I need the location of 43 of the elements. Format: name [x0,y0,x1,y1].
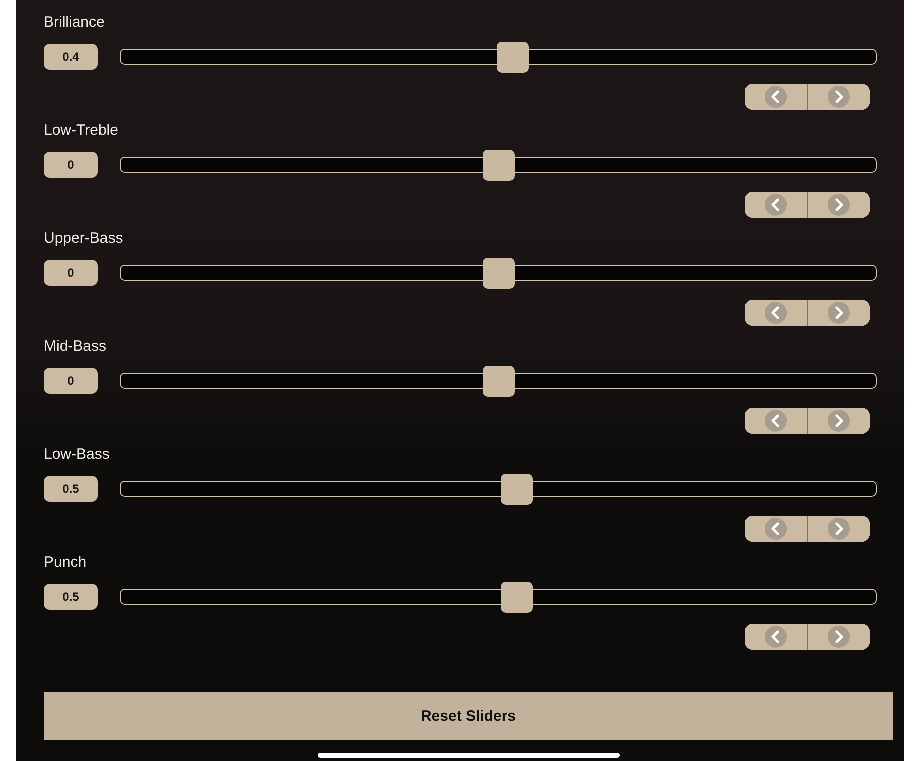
slider-track[interactable] [120,582,877,612]
value-display: 0 [44,260,98,286]
value-display: 0 [44,152,98,178]
slider-track[interactable] [120,42,877,72]
increase-button[interactable] [807,516,870,542]
slider-thumb[interactable] [500,474,533,504]
slider-track[interactable] [120,150,877,180]
chevron-left-icon [765,626,787,648]
increase-button[interactable] [807,624,870,650]
chevron-right-icon [828,302,850,324]
chevron-left-icon [765,86,787,108]
increase-button[interactable] [807,408,870,434]
slider-label: Mid-Bass [44,337,107,357]
chevron-left-icon [765,410,787,432]
chevron-left-icon [765,194,787,216]
value-display: 0.5 [44,476,98,502]
slider-track[interactable] [120,366,877,396]
value-display: 0 [44,368,98,394]
value-display: 0.5 [44,584,98,610]
slider-track[interactable] [120,258,877,288]
slider-label: Low-Bass [44,445,110,465]
chevron-right-icon [828,86,850,108]
slider-thumb[interactable] [497,42,529,72]
slider-thumb[interactable] [482,366,514,396]
slider-label: Upper-Bass [44,229,124,249]
chevron-right-icon [828,194,850,216]
slider-thumb[interactable] [500,582,533,612]
value-display: 0.4 [44,44,98,70]
chevron-left-icon [765,518,787,540]
reset-sliders-button[interactable]: Reset Sliders [44,692,893,740]
chevron-right-icon [828,518,850,540]
slider-label: Punch [44,553,87,573]
slider-thumb[interactable] [482,258,514,288]
slider-label: Brilliance [44,13,105,33]
increase-button[interactable] [807,84,870,110]
increase-button[interactable] [807,192,870,218]
slider-label: Low-Treble [44,121,118,141]
chevron-left-icon [765,302,787,324]
slider-thumb[interactable] [482,150,514,180]
chevron-right-icon [828,626,850,648]
slider-track[interactable] [120,474,877,504]
increase-button[interactable] [807,300,870,326]
chevron-right-icon [828,410,850,432]
